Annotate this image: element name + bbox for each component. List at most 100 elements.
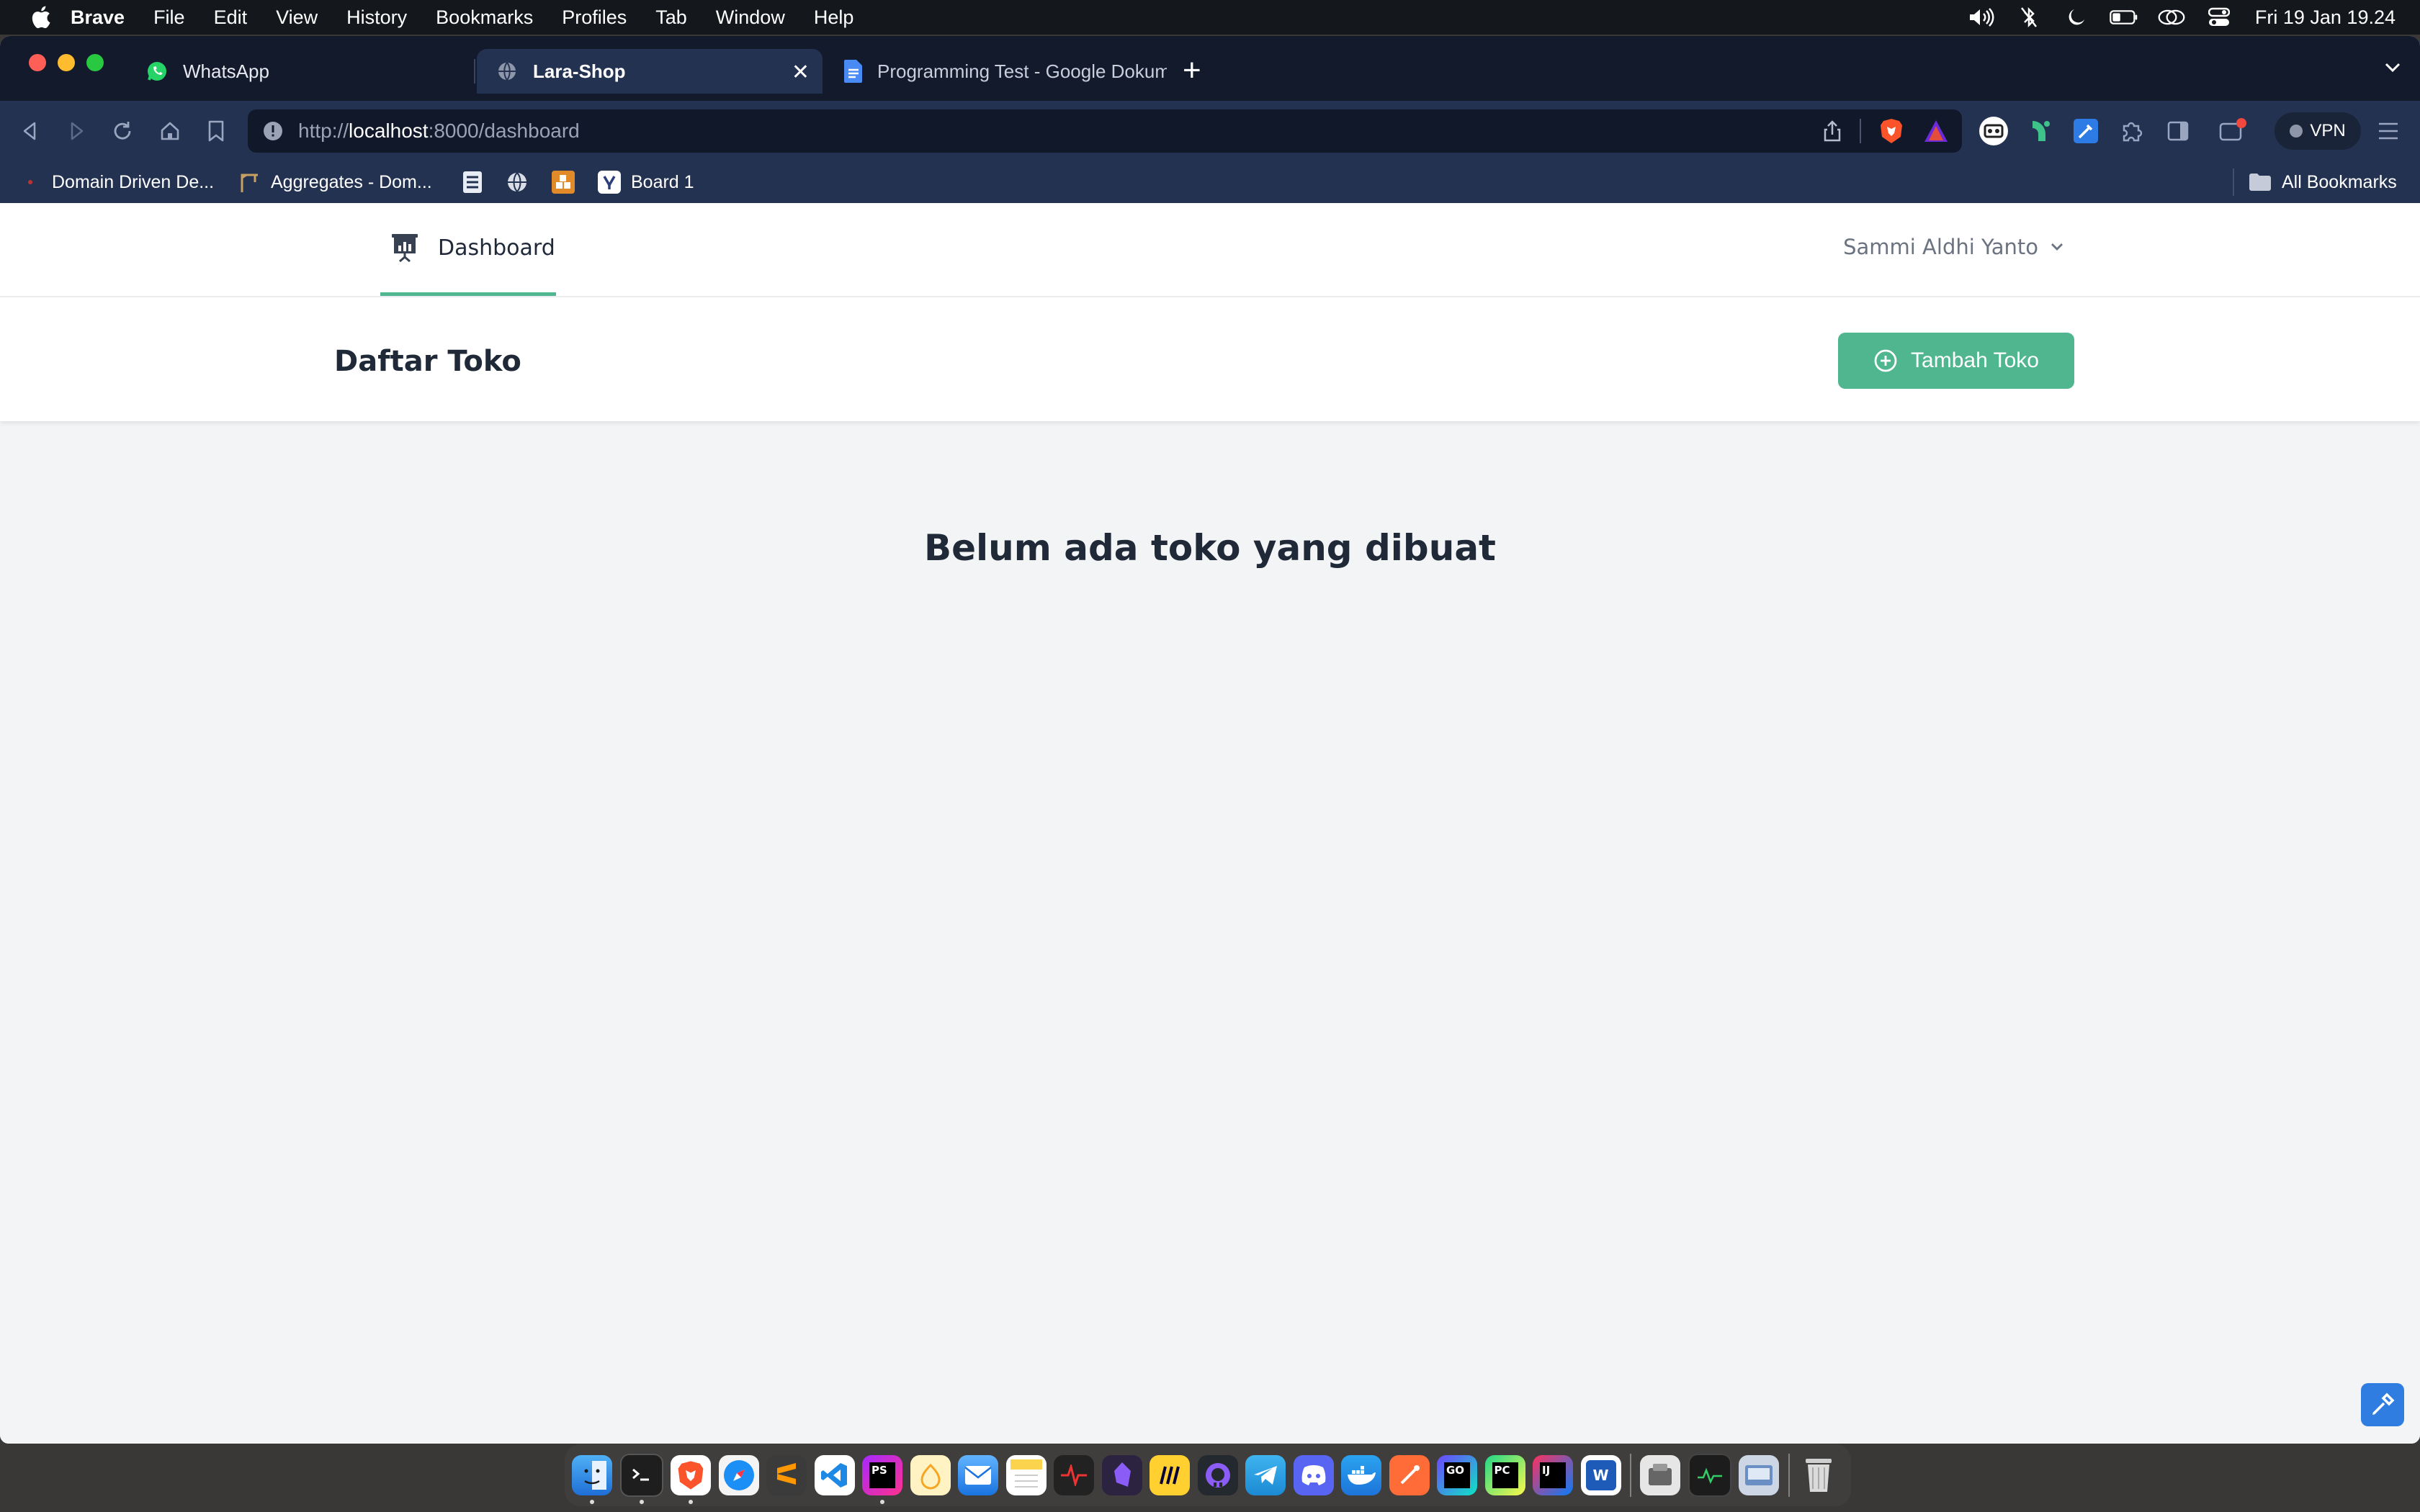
phpstorm-icon[interactable]: PS — [862, 1455, 902, 1504]
bookmark-label: Domain Driven De... — [52, 171, 215, 192]
extension-icon-2[interactable] — [2024, 115, 2056, 147]
address-bar-actions — [1802, 117, 1950, 145]
bookmark-blocks[interactable] — [552, 168, 585, 196]
blocks-icon — [552, 171, 575, 194]
bookmark-domain-driven[interactable]: Domain Driven De... — [19, 168, 214, 196]
vscode-icon[interactable] — [814, 1455, 855, 1495]
brave-shields-icon[interactable] — [1877, 117, 1906, 145]
extension-icon-1[interactable] — [1978, 115, 2009, 147]
docker-icon[interactable] — [1341, 1455, 1381, 1495]
user-dropdown[interactable]: Sammi Aldhi Yanto — [1843, 235, 2066, 259]
brave-app-icon[interactable] — [671, 1455, 711, 1504]
new-tab-button[interactable]: + — [1183, 55, 1201, 86]
menubar-clock[interactable]: Fri 19 Jan 19.24 — [2255, 6, 2396, 29]
brave-rewards-icon[interactable] — [1922, 117, 1950, 145]
nav-dashboard[interactable]: Dashboard — [380, 203, 556, 296]
folder-icon — [2249, 171, 2272, 194]
menu-help[interactable]: Help — [814, 6, 854, 29]
bookmark-globe[interactable] — [506, 168, 539, 196]
address-bar[interactable]: http://localhost:8000/dashboard — [248, 109, 1962, 153]
notes-icon[interactable] — [1005, 1455, 1047, 1495]
tab-list-chevron-icon[interactable] — [2384, 62, 2401, 77]
bluetooth-off-icon[interactable] — [2015, 6, 2043, 28]
pycharm-icon[interactable]: PC — [1484, 1455, 1525, 1495]
tab-title: WhatsApp — [183, 60, 269, 82]
whatsapp-icon — [145, 60, 169, 83]
apple-menu-icon[interactable] — [24, 1, 56, 33]
menu-bookmarks[interactable]: Bookmarks — [436, 6, 533, 29]
volume-icon[interactable] — [1967, 6, 1996, 28]
screenshot-icon[interactable] — [1739, 1455, 1779, 1495]
preview-icon[interactable] — [1640, 1455, 1680, 1495]
app-menu-brave[interactable]: Brave — [71, 6, 125, 29]
color-picker-icon[interactable] — [2361, 1383, 2404, 1426]
url-scheme: http:// — [298, 120, 349, 142]
window-controls — [29, 54, 115, 71]
menu-tab[interactable]: Tab — [655, 6, 687, 29]
terminal-icon[interactable] — [619, 1454, 663, 1504]
goland-icon[interactable]: GO — [1437, 1455, 1477, 1495]
bookmark-stack[interactable] — [461, 168, 494, 196]
menu-profiles[interactable]: Profiles — [562, 6, 627, 29]
bookmark-label: Board 1 — [631, 171, 694, 192]
globe-icon — [496, 60, 519, 83]
reload-icon[interactable] — [108, 117, 137, 145]
pulse-app-icon[interactable] — [1054, 1455, 1094, 1495]
close-tab-icon[interactable]: ✕ — [792, 60, 810, 85]
hamburger-menu-icon[interactable] — [2372, 115, 2404, 147]
page-header: Daftar Toko Tambah Toko — [0, 297, 2420, 421]
macos-menu-bar: Brave File Edit View History Bookmarks P… — [0, 0, 2420, 35]
menu-history[interactable]: History — [346, 6, 407, 29]
extensions-puzzle-icon[interactable] — [2116, 115, 2148, 147]
menu-file[interactable]: File — [153, 6, 185, 29]
screen-mirroring-icon[interactable] — [2157, 6, 2186, 28]
sidebar-toggle-icon[interactable] — [2162, 115, 2194, 147]
share-icon[interactable] — [1818, 117, 1847, 145]
brave-wallet-icon[interactable] — [2217, 115, 2249, 147]
bookmark-board-1[interactable]: Board 1 — [598, 168, 694, 196]
menu-window[interactable]: Window — [716, 6, 785, 29]
bookmark-icon[interactable] — [202, 117, 230, 145]
control-center-icon[interactable] — [2205, 6, 2233, 28]
vpn-status-dot — [2290, 125, 2303, 138]
site-info-icon[interactable] — [262, 120, 284, 142]
finder-icon[interactable] — [572, 1455, 612, 1504]
all-bookmarks-folder[interactable]: All Bookmarks — [2249, 168, 2397, 196]
trash-icon[interactable] — [1798, 1455, 1839, 1495]
miro-icon[interactable] — [1150, 1455, 1190, 1495]
home-icon[interactable] — [156, 117, 184, 145]
telegram-icon[interactable] — [1245, 1455, 1286, 1495]
tab-whatsapp[interactable]: WhatsApp — [127, 49, 475, 94]
mail-icon[interactable] — [958, 1455, 998, 1495]
intellij-icon[interactable]: IJ — [1533, 1455, 1573, 1495]
divider — [1860, 119, 1861, 143]
discord-icon[interactable] — [1293, 1455, 1334, 1495]
activity-monitor-icon[interactable] — [1688, 1454, 1731, 1497]
chevron-down-icon — [2050, 239, 2066, 255]
battery-icon[interactable] — [2110, 6, 2138, 28]
github-desktop-icon[interactable] — [1197, 1455, 1238, 1495]
tab-lara-shop[interactable]: Lara-Shop ✕ — [477, 49, 823, 94]
minimize-window-button[interactable] — [58, 54, 75, 71]
vpn-button[interactable]: VPN — [2275, 112, 2361, 150]
forward-icon[interactable] — [62, 117, 91, 145]
postman-icon[interactable] — [1389, 1455, 1430, 1495]
close-window-button[interactable] — [29, 54, 46, 71]
bookmark-aggregates[interactable]: Aggregates - Dom... — [238, 168, 432, 196]
status-area: Fri 19 Jan 19.24 — [1948, 0, 2396, 35]
menu-edit[interactable]: Edit — [214, 6, 248, 29]
moon-icon[interactable] — [2062, 6, 2091, 28]
sublime-text-icon[interactable] — [766, 1455, 807, 1495]
zoom-window-button[interactable] — [86, 54, 104, 71]
globe-icon — [506, 171, 529, 194]
tab-programming-test[interactable]: Programming Test - Google Dokumen — [825, 49, 1167, 94]
obsidian-icon[interactable] — [1101, 1455, 1142, 1495]
menu-view[interactable]: View — [276, 6, 318, 29]
extension-icon-3[interactable] — [2070, 115, 2102, 147]
stack-icon — [461, 171, 484, 194]
back-icon[interactable] — [16, 117, 45, 145]
aloha-browser-icon[interactable] — [910, 1455, 951, 1495]
add-store-button[interactable]: Tambah Toko — [1838, 333, 2074, 389]
safari-icon[interactable] — [718, 1455, 759, 1495]
word-icon[interactable]: W — [1580, 1455, 1621, 1495]
